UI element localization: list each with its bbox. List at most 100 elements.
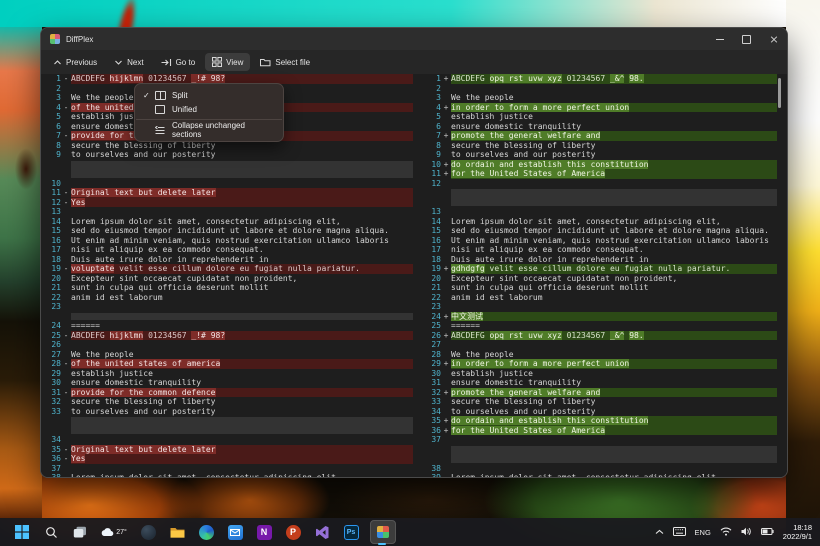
line-number: 20	[425, 274, 441, 284]
wifi-button[interactable]	[720, 527, 732, 538]
line-text	[451, 464, 777, 474]
line-text: Duis aute irure dolor in reprehenderit i…	[451, 255, 777, 265]
line-text: Ut enim ad minim veniam, quis nostrud ex…	[71, 236, 413, 246]
diff-row: 17nisi ut aliquip ex ea commodo consequa…	[425, 245, 777, 255]
line-number: 2	[425, 84, 441, 94]
menu-item-collapse-unchanged[interactable]: Collapse unchanged sections	[135, 123, 283, 137]
diff-row: 8secure the blessing of liberty	[425, 141, 777, 151]
change-marker: -	[61, 331, 71, 341]
diff-row: 29+in order to form a more perfect union	[425, 359, 777, 369]
line-text	[451, 179, 777, 189]
line-text: We the people	[71, 350, 413, 360]
change-marker	[441, 378, 451, 388]
line-text: Lorem ipsum dolor sit amet, consectetur …	[451, 473, 777, 478]
weather-temp: 27°	[116, 529, 127, 536]
file-explorer-button[interactable]	[167, 521, 187, 543]
diff-pane-right[interactable]: 1+ABCDEFG opq rst uvw xyz 01234567 _&^ 9…	[425, 74, 777, 478]
line-text: sunt in culpa qui officia deserunt molli…	[71, 283, 413, 293]
line-number: 34	[425, 407, 441, 417]
task-view-button[interactable]	[70, 521, 90, 543]
line-text	[71, 340, 413, 350]
change-marker: -	[61, 198, 71, 208]
diffplex-window: DiffPlex Previous Next Go to Vi	[40, 27, 788, 478]
change-marker	[61, 217, 71, 227]
select-file-button[interactable]: Select file	[253, 54, 317, 71]
line-text: sed do eiusmod tempor incididunt ut labo…	[71, 226, 413, 236]
diff-row: 35+do ordain and establish this constitu…	[425, 416, 777, 426]
change-marker: +	[441, 160, 451, 170]
change-marker	[441, 293, 451, 303]
change-marker	[61, 283, 71, 293]
vertical-scrollbar[interactable]	[778, 78, 781, 108]
change-marker	[61, 226, 71, 236]
next-label: Next	[127, 58, 143, 67]
volume-button[interactable]	[741, 527, 752, 538]
diff-row: 12-Yes	[45, 198, 413, 208]
mail-button[interactable]	[225, 521, 245, 543]
line-text: Excepteur sint occaecat cupidatat non pr…	[71, 274, 413, 284]
view-button[interactable]: View	[205, 53, 250, 71]
line-text: in order to form a more perfect union	[451, 103, 777, 113]
menu-item-split[interactable]: ✓ Split	[135, 88, 283, 102]
next-button[interactable]: Next	[107, 54, 150, 71]
previous-button[interactable]: Previous	[46, 54, 104, 71]
diff-row: 1+ABCDEFG opq rst uvw xyz 01234567 _&^ 9…	[425, 74, 777, 84]
checkmark-icon: ✓	[143, 91, 155, 100]
line-number: 18	[45, 255, 61, 265]
change-marker: -	[61, 359, 71, 369]
line-number: 3	[425, 93, 441, 103]
line-text: provide for the common defence	[71, 388, 413, 398]
diff-row: 13	[45, 207, 413, 217]
photoshop-button[interactable]: Ps	[341, 521, 361, 543]
edge-button[interactable]	[196, 521, 216, 543]
change-marker	[441, 340, 451, 350]
change-marker	[61, 207, 71, 217]
menu-item-unified[interactable]: Unified	[135, 102, 283, 116]
diffplex-taskbar-button[interactable]	[370, 520, 396, 544]
line-number: 4	[45, 103, 61, 113]
language-indicator[interactable]: ENG	[695, 528, 711, 537]
start-button[interactable]	[12, 521, 32, 543]
folder-icon	[260, 58, 271, 67]
line-number: 10	[425, 160, 441, 170]
line-text: Ut enim ad minim veniam, quis nostrud ex…	[451, 236, 777, 246]
onenote-button[interactable]: N	[254, 521, 274, 543]
line-number: 32	[45, 397, 61, 407]
change-marker	[441, 274, 451, 284]
diff-row: 2	[425, 84, 777, 94]
close-button[interactable]	[760, 28, 787, 50]
visual-studio-button[interactable]	[312, 521, 332, 543]
weather-widget[interactable]: 27°	[99, 521, 129, 543]
line-number: 20	[45, 274, 61, 284]
powerpoint-button[interactable]: P	[283, 521, 303, 543]
tray-expand-button[interactable]	[655, 528, 664, 537]
split-icon	[155, 91, 169, 100]
diff-row: 31ensure domestic tranquility	[425, 378, 777, 388]
diff-row: 32 secure the blessing of liberty	[45, 397, 413, 407]
chat-app-button[interactable]	[138, 521, 158, 543]
line-number: 22	[425, 293, 441, 303]
line-text: secure the blessing of liberty	[71, 397, 413, 407]
minimize-button[interactable]	[706, 28, 733, 50]
goto-button[interactable]: Go to	[154, 54, 203, 71]
line-number: 9	[425, 150, 441, 160]
change-marker: -	[61, 454, 71, 464]
diff-row: 12	[425, 179, 777, 189]
diff-row: 36+for the United States of America	[425, 426, 777, 436]
diff-row: 25-ABCDEFG hijklmn 01234567 _!# 98?	[45, 331, 413, 341]
maximize-button[interactable]	[733, 28, 760, 50]
line-number: 4	[425, 103, 441, 113]
diff-filler	[45, 312, 413, 322]
diff-row: 28We the people	[425, 350, 777, 360]
search-button[interactable]	[41, 521, 61, 543]
touch-keyboard-button[interactable]	[673, 527, 686, 538]
change-marker	[441, 302, 451, 312]
diff-row: 18Duis aute irure dolor in reprehenderit…	[45, 255, 413, 265]
battery-button[interactable]	[761, 528, 774, 537]
line-text: ======	[451, 321, 777, 331]
clock[interactable]: 18:18 2022/9/1	[783, 523, 812, 541]
change-marker	[61, 369, 71, 379]
diff-row: 32+promote the general welfare and	[425, 388, 777, 398]
line-text	[71, 179, 413, 189]
line-text: in order to form a more perfect union	[451, 359, 777, 369]
